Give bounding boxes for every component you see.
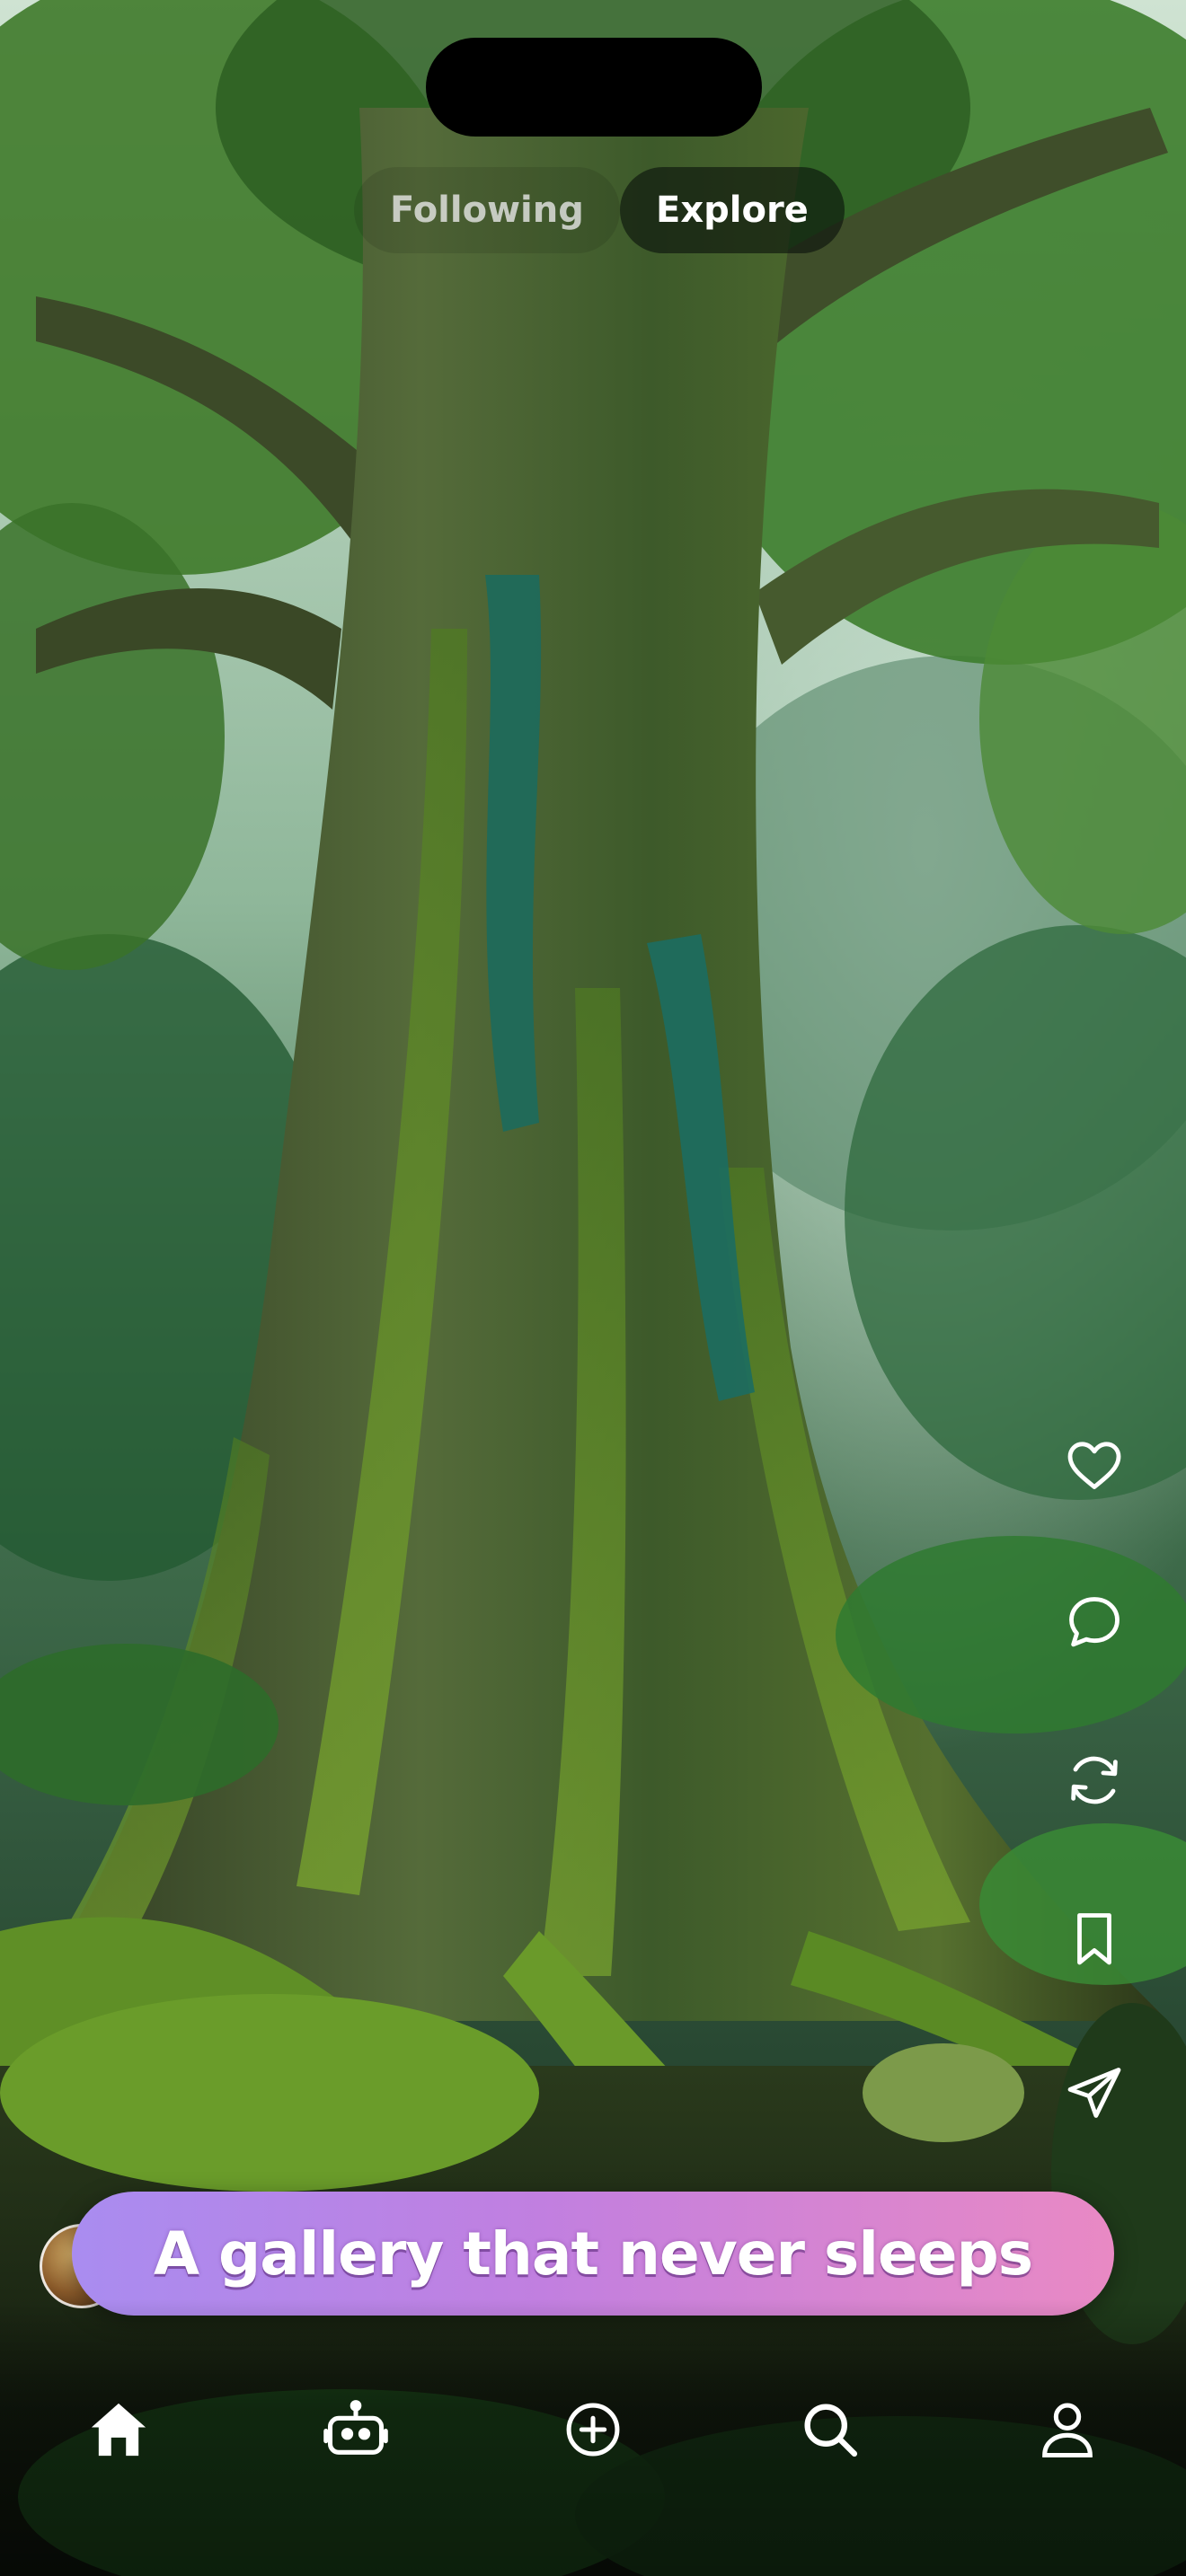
feed-tabs: Following Explore [0, 167, 1186, 253]
remix-button[interactable] [1049, 1735, 1139, 1825]
comment-button[interactable] [1049, 1577, 1139, 1667]
like-button[interactable] [1049, 1419, 1139, 1509]
heart-icon [1067, 1442, 1121, 1489]
nav-search[interactable] [785, 2385, 875, 2475]
nav-home[interactable] [74, 2385, 164, 2475]
feed-artwork-image[interactable] [0, 0, 1186, 2576]
nav-create[interactable] [548, 2385, 638, 2475]
refresh-icon [1071, 1756, 1118, 1804]
nav-profile[interactable] [1022, 2385, 1112, 2475]
dynamic-island [426, 38, 762, 137]
explore-feed-screen: Following Explore A gallery that never s… [0, 0, 1186, 2576]
save-button[interactable] [1049, 1893, 1139, 1983]
user-icon [1042, 2403, 1093, 2458]
promo-banner[interactable]: A gallery that never sleeps [72, 2192, 1114, 2316]
bottom-nav [0, 2385, 1186, 2475]
tab-explore[interactable]: Explore [620, 167, 845, 253]
search-icon [804, 2404, 858, 2457]
nav-bot[interactable] [311, 2385, 401, 2475]
robot-icon [323, 2400, 388, 2455]
send-icon [1067, 2068, 1121, 2118]
plus-circle-icon [566, 2403, 620, 2457]
tab-following[interactable]: Following [354, 167, 620, 253]
banner-text: A gallery that never sleeps [153, 2219, 1033, 2289]
comment-icon [1069, 1597, 1120, 1647]
share-button[interactable] [1049, 2048, 1139, 2138]
bookmark-icon [1077, 1913, 1111, 1965]
home-icon [91, 2403, 146, 2457]
